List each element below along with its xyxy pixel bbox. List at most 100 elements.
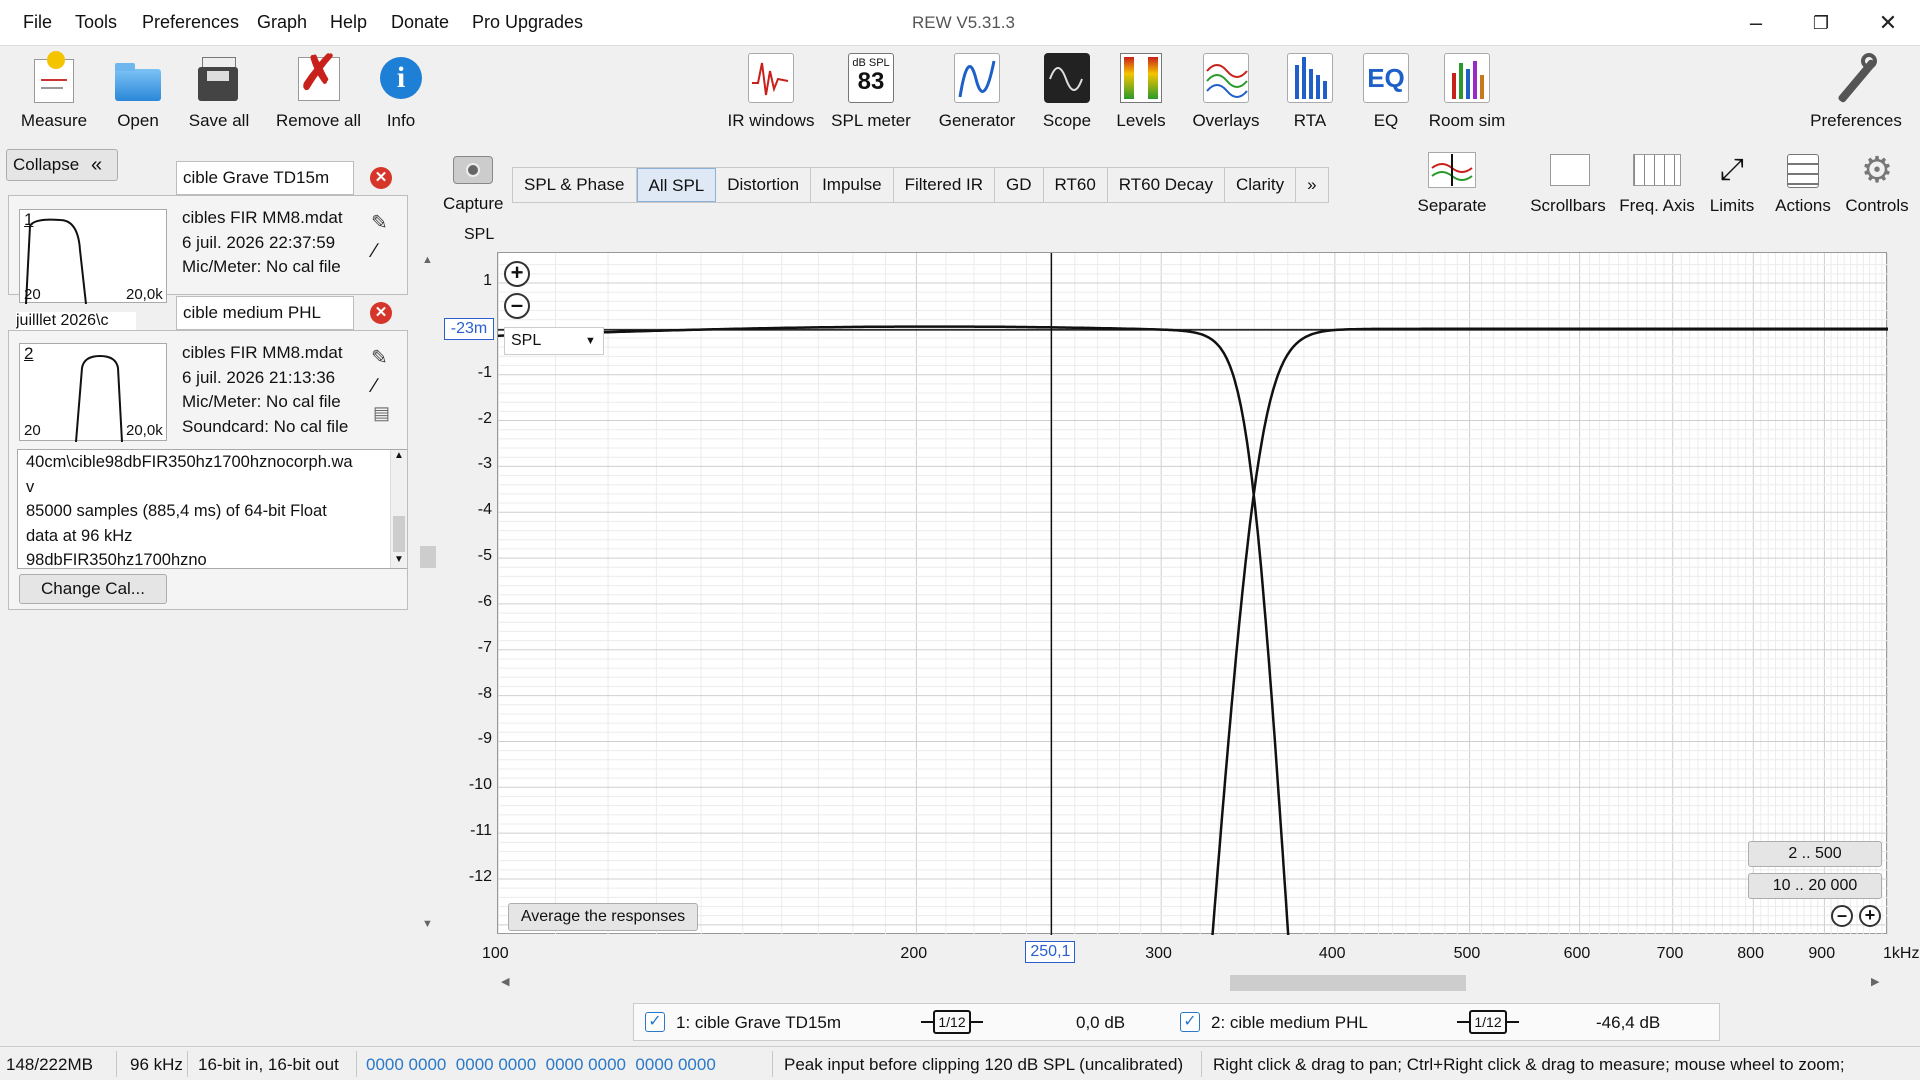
measurement-2-remove-icon[interactable]: ✕ <box>370 302 392 324</box>
menu-preferences[interactable]: Preferences <box>142 12 239 33</box>
graph-select-dropdown[interactable]: SPL ▼ <box>504 327 604 355</box>
measurement-2-edit-icon[interactable]: ✎ <box>371 345 388 370</box>
graph-area[interactable]: + – SPL ▼ Average the responses 2 .. 500… <box>497 252 1889 950</box>
tab-rt60-decay[interactable]: RT60 Decay <box>1107 168 1225 202</box>
y-tick-label: 1 <box>483 272 492 289</box>
list-scroll-thumb[interactable] <box>420 546 436 568</box>
measurement-2-doc-icon[interactable]: ▤ <box>373 403 390 424</box>
chevron-down-icon: ▼ <box>585 335 596 347</box>
tab-more[interactable]: » <box>1296 168 1328 202</box>
measurement-2-name-field[interactable]: cible medium PHL <box>176 296 354 330</box>
menu-help[interactable]: Help <box>330 12 367 33</box>
notes-scroll-thumb[interactable] <box>393 516 405 552</box>
close-icon[interactable]: ✕ <box>1868 8 1908 38</box>
measure-button[interactable]: Measure <box>14 51 94 131</box>
limits-button[interactable]: ⤢ Limits <box>1704 150 1760 216</box>
tab-distortion[interactable]: Distortion <box>716 168 812 202</box>
legend-1-smoothing-value: 1/12 <box>933 1010 971 1034</box>
notes-line-3: 85000 samples (885,4 ms) of 64-bit Float <box>26 502 327 520</box>
notes-scrollbar[interactable]: ▲ ▼ <box>390 450 407 568</box>
graph-h-scroll-thumb[interactable] <box>1230 975 1466 991</box>
menu-graph[interactable]: Graph <box>257 12 307 33</box>
zoom-out-icon[interactable]: – <box>1831 905 1853 927</box>
minimize-icon[interactable]: – <box>1736 8 1776 38</box>
legend-2-checkbox[interactable]: ✓ <box>1180 1012 1200 1032</box>
freq-axis-button[interactable]: Freq. Axis <box>1618 150 1696 216</box>
scroll-left-icon[interactable]: ◀ <box>501 975 509 988</box>
eq-icon: EQ <box>1361 51 1411 105</box>
measurement-1-thumbnail[interactable]: 1 20 20,0k <box>19 209 167 304</box>
legend-1-offset: 0,0 dB <box>1076 1013 1126 1032</box>
list-scrollbar[interactable]: ▲ ▼ <box>418 248 438 938</box>
eq-button[interactable]: EQ EQ <box>1361 51 1411 131</box>
graph-tabs: SPL & Phase All SPL Distortion Impulse F… <box>512 167 1329 203</box>
restore-icon[interactable]: ❐ <box>1801 8 1841 38</box>
menu-file[interactable]: File <box>23 12 52 33</box>
legend-1-smoothing[interactable]: 1/12 <box>921 1010 983 1034</box>
remove-all-icon: ✗ <box>297 47 340 101</box>
tab-impulse[interactable]: Impulse <box>811 168 894 202</box>
scroll-up-icon[interactable]: ▲ <box>394 450 404 461</box>
menu-pro-upgrades[interactable]: Pro Upgrades <box>472 12 583 33</box>
preferences-button[interactable]: Preferences <box>1806 51 1906 131</box>
spl-meter-button[interactable]: dB SPL 83 SPL meter <box>826 51 916 131</box>
collapse-button[interactable]: Collapse « <box>6 149 118 181</box>
measurement-1-name-field[interactable]: cible Grave TD15m <box>176 161 354 195</box>
open-button[interactable]: Open <box>108 51 168 131</box>
room-sim-button[interactable]: Room sim <box>1422 51 1512 131</box>
legend-2-smoothing[interactable]: 1/12 <box>1457 1010 1519 1034</box>
zoom-in-icon[interactable]: + <box>1859 905 1881 927</box>
measurement-panel-2[interactable]: 2 20 20,0k cibles FIR MM8.mdat 6 juil. 2… <box>8 330 408 610</box>
notes-area[interactable]: 40cm\cible98dbFIR350hz1700hznocorph.wa v… <box>17 449 407 569</box>
measurement-2-line-icon[interactable]: ∕ <box>373 375 376 398</box>
change-cal-button[interactable]: Change Cal... <box>19 574 167 604</box>
graph-h-scrollbar[interactable]: ◀ ▶ <box>497 972 1887 992</box>
save-all-button[interactable]: Save all <box>184 51 254 131</box>
menu-tools[interactable]: Tools <box>75 12 117 33</box>
scope-button[interactable]: Scope <box>1038 51 1096 131</box>
capture-button[interactable]: Capture <box>443 152 503 214</box>
ir-windows-button[interactable]: IR windows <box>723 51 819 131</box>
controls-button[interactable]: ⚙ Controls <box>1840 150 1914 216</box>
tab-rt60[interactable]: RT60 <box>1043 168 1108 202</box>
levels-button[interactable]: Levels <box>1113 51 1169 131</box>
measurement-2-thumbnail[interactable]: 2 20 20,0k <box>19 343 167 442</box>
tab-gd[interactable]: GD <box>995 168 1044 202</box>
scroll-down-icon[interactable]: ▼ <box>422 918 433 930</box>
tab-clarity[interactable]: Clarity <box>1224 168 1297 202</box>
scroll-down-icon[interactable]: ▼ <box>394 554 404 565</box>
tab-all-spl[interactable]: All SPL <box>636 168 717 202</box>
average-responses-button[interactable]: Average the responses <box>508 903 698 931</box>
measurement-2-soundcard: Soundcard: No cal file <box>182 416 349 436</box>
range-button-10-20000[interactable]: 10 .. 20 000 <box>1748 873 1882 899</box>
range-button-2-500[interactable]: 2 .. 500 <box>1748 841 1882 867</box>
generator-button[interactable]: Generator <box>932 51 1022 131</box>
remove-all-button[interactable]: ✗ Remove all <box>271 47 366 131</box>
y-tick-label: -2 <box>477 409 492 427</box>
measurement-1-remove-icon[interactable]: ✕ <box>370 167 392 189</box>
tab-spl-phase[interactable]: SPL & Phase <box>513 168 637 202</box>
measurement-panel-1[interactable]: 1 20 20,0k cibles FIR MM8.mdat 6 juil. 2… <box>8 195 408 304</box>
measurement-1-line-icon[interactable]: ∕ <box>373 240 376 263</box>
measurement-2-thumb-left: 20 <box>24 422 41 439</box>
status-memory: 148/222MB <box>6 1055 93 1074</box>
info-button[interactable]: i Info <box>375 51 427 131</box>
measurement-1-edit-icon[interactable]: ✎ <box>371 210 388 235</box>
legend-1-checkbox[interactable]: ✓ <box>645 1012 665 1032</box>
scroll-right-icon[interactable]: ▶ <box>1871 975 1879 988</box>
open-label: Open <box>117 111 159 130</box>
measure-label: Measure <box>20 111 88 130</box>
overlays-button[interactable]: Overlays <box>1186 51 1266 131</box>
legend-2-offset: -46,4 dB <box>1596 1013 1661 1032</box>
scrollbars-button[interactable]: Scrollbars <box>1528 150 1608 216</box>
zoom-out-icon[interactable]: – <box>504 293 530 319</box>
controls-label: Controls <box>1845 196 1909 215</box>
actions-button[interactable]: Actions <box>1768 150 1838 216</box>
menu-donate[interactable]: Donate <box>391 12 449 33</box>
x-tick-label: 1kHz <box>1883 945 1920 962</box>
zoom-in-icon[interactable]: + <box>504 261 530 287</box>
scroll-up-icon[interactable]: ▲ <box>422 254 433 266</box>
rta-button[interactable]: RTA <box>1284 51 1336 131</box>
tab-filtered-ir[interactable]: Filtered IR <box>893 168 996 202</box>
separate-button[interactable]: Separate <box>1412 150 1492 216</box>
